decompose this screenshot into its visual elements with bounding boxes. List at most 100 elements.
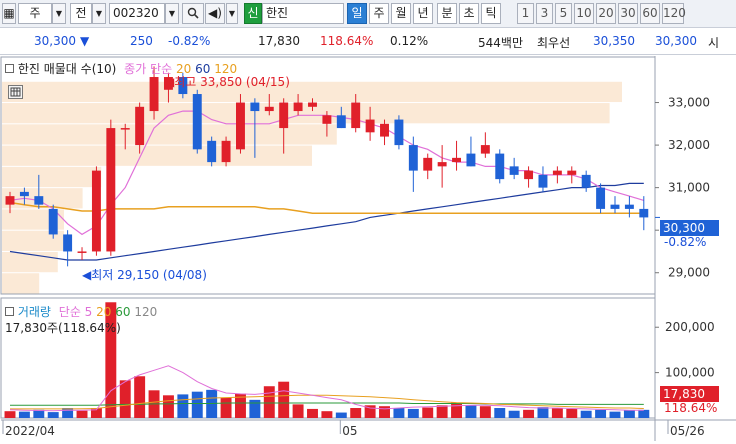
volume-bar	[379, 406, 390, 418]
search-button[interactable]	[182, 3, 204, 24]
type-dropdown[interactable]: ▼	[92, 3, 106, 24]
chart-menu-button[interactable]: ▦	[2, 3, 16, 24]
volume-bar	[350, 408, 362, 418]
high-price-note: ◀최고 33,850 (04/15)	[165, 73, 290, 90]
interval-button-3[interactable]: 3	[536, 3, 553, 24]
volume-bar	[292, 404, 304, 418]
volume-tick-label: 200,000	[665, 320, 715, 334]
volume-bar	[508, 410, 520, 418]
current-price: 30,300	[34, 34, 76, 48]
market-dropdown[interactable]: ▼	[52, 3, 66, 24]
volume-bar	[465, 405, 477, 418]
speaker-button[interactable]: ◀)	[205, 3, 225, 24]
interval-button-120[interactable]: 120	[662, 3, 686, 24]
volume-bar	[33, 409, 45, 418]
volume-profile-bar	[2, 145, 312, 166]
volume-bar	[407, 408, 419, 418]
candle-body	[509, 166, 519, 175]
volume-bar	[278, 381, 290, 418]
candle-body	[394, 119, 404, 146]
candle-body	[279, 102, 289, 129]
candle-body	[466, 153, 476, 167]
candle-body	[380, 123, 389, 137]
stock-name-field[interactable]: 한진	[262, 3, 344, 24]
interval-button-30[interactable]: 30	[618, 3, 638, 24]
candle-body	[5, 196, 15, 205]
candle-body	[192, 94, 202, 150]
price-legend-title: 한진 매물대 수(10)	[17, 62, 117, 76]
candle-body	[581, 174, 591, 188]
period-button-6[interactable]: 틱	[481, 3, 501, 24]
candle-body	[221, 140, 231, 163]
volume-bar	[551, 408, 563, 418]
calendar-icon	[10, 87, 21, 97]
candle-body	[567, 170, 577, 175]
period-button-1[interactable]: 주	[369, 3, 389, 24]
best-quote-label: 최우선	[537, 36, 571, 50]
volume-ma60-line	[10, 402, 644, 406]
calendar-button[interactable]	[8, 85, 23, 99]
candle-body	[538, 174, 548, 188]
period-button-4[interactable]: 분	[437, 3, 457, 24]
toolbar: ▦ 주 ▼ 전 ▼ 002320 ▼ ◀) ▼ 신 한진 일주월년분초틱1351…	[0, 0, 736, 28]
candle-body	[48, 208, 58, 235]
price-tick-label: 29,000	[668, 266, 710, 280]
volume-bar	[422, 407, 434, 418]
volume-bar	[4, 411, 16, 418]
period-button-3[interactable]: 년	[413, 3, 433, 24]
volume-ma120-legend: 120	[134, 305, 158, 319]
type-select[interactable]: 전	[70, 3, 92, 24]
volume-bar	[623, 410, 635, 418]
chart-area[interactable]: 29,00030,00031,00032,00033,000100,000200…	[0, 56, 736, 441]
volume-bar	[177, 394, 189, 418]
market-select[interactable]: 주	[18, 3, 52, 24]
low-price-note: ◀최저 29,150 (04/08)	[82, 266, 207, 283]
candle-body	[495, 153, 505, 180]
period-button-0[interactable]: 일	[347, 3, 367, 24]
price-change: 250	[130, 34, 153, 48]
candle-body	[365, 119, 375, 133]
trade-amount: 544백만	[478, 36, 523, 50]
candle-body	[236, 102, 245, 150]
volume-bar	[436, 405, 448, 418]
speaker-icon: ◀)	[208, 6, 222, 20]
extra-label: 시	[708, 36, 720, 50]
volume-bar	[523, 409, 535, 418]
volume-bar	[566, 408, 578, 418]
x-axis-label: 05/26	[670, 424, 705, 438]
volume-bar	[595, 409, 607, 418]
volume-legend: 거래량 단순 5 20 60 120	[5, 303, 157, 320]
period-button-2[interactable]: 월	[391, 3, 411, 24]
candle-body	[207, 140, 217, 163]
price-tick-label: 31,000	[668, 181, 710, 195]
candle-body	[596, 187, 606, 209]
candle-body	[452, 157, 462, 163]
high-price-note-text: 최고 33,850 (04/15)	[174, 75, 290, 89]
candle-body	[480, 145, 490, 154]
credit-badge-label: 신	[247, 6, 259, 20]
volume-tick-label: 100,000	[665, 366, 715, 380]
interval-button-5[interactable]: 5	[555, 3, 572, 24]
stock-chart[interactable]: 29,00030,00031,00032,00033,000100,000200…	[0, 56, 736, 441]
interval-button-60[interactable]: 60	[640, 3, 660, 24]
volume-bar	[307, 408, 318, 418]
interval-button-1[interactable]: 1	[517, 3, 534, 24]
period-button-5[interactable]: 초	[459, 3, 479, 24]
quote-bar: 30,300 ▼ 250 -0.82% 17,830 118.64% 0.12%…	[0, 29, 736, 55]
price-change-pct: -0.82%	[168, 34, 211, 48]
speaker-dropdown[interactable]: ▼	[226, 3, 238, 24]
search-icon	[187, 7, 199, 19]
volume-bar	[119, 380, 131, 418]
candle-body	[308, 102, 317, 107]
volume-bar	[134, 376, 146, 418]
candle-body	[336, 115, 346, 129]
ma60-line	[9, 182, 644, 261]
current-price-tag-value: 30,300	[663, 221, 705, 235]
interval-button-10[interactable]: 10	[574, 3, 594, 24]
stock-code: 002320	[113, 6, 159, 20]
volume-ma-label: 단순 5	[58, 305, 93, 319]
stock-code-input[interactable]: 002320	[109, 3, 165, 24]
volume-bar	[191, 391, 203, 418]
interval-button-20[interactable]: 20	[596, 3, 616, 24]
stock-code-dropdown[interactable]: ▼	[165, 3, 179, 24]
